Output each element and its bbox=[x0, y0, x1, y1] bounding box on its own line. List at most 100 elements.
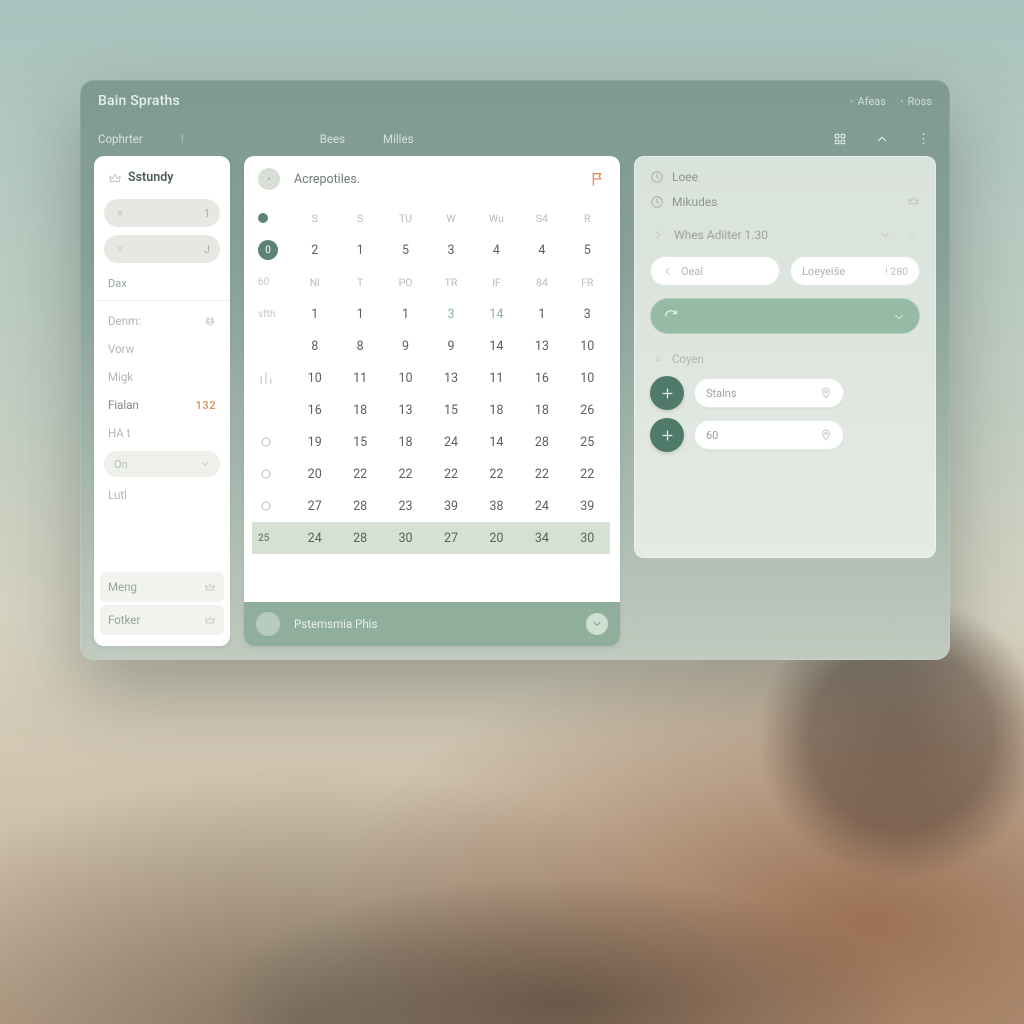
calendar-cell[interactable]: 18 bbox=[383, 426, 428, 458]
calendar-cell[interactable]: 8 bbox=[337, 330, 382, 362]
calendar-cell[interactable]: 9 bbox=[428, 330, 473, 362]
side-panel: Loee Mikudes Whes Adiiter 1.30 Oeal Loe bbox=[634, 156, 936, 558]
calendar-cell[interactable]: 4 bbox=[474, 234, 519, 266]
calendar-cell[interactable]: 20 bbox=[292, 458, 337, 490]
tab-3[interactable]: Milles bbox=[383, 132, 413, 146]
calendar-cell[interactable]: 18 bbox=[519, 394, 564, 426]
calendar-cell[interactable]: 30 bbox=[565, 522, 610, 554]
calendar-cell[interactable]: 16 bbox=[519, 362, 564, 394]
field-oeal[interactable]: Oeal bbox=[650, 256, 780, 286]
calendar-cell[interactable]: 15 bbox=[428, 394, 473, 426]
calendar-cell[interactable]: 19 bbox=[292, 426, 337, 458]
calendar-cell[interactable]: 22 bbox=[474, 458, 519, 490]
calendar-cell[interactable]: 16 bbox=[292, 394, 337, 426]
sidebar-footer-0[interactable]: Meng bbox=[100, 572, 224, 602]
calendar-cell[interactable]: 22 bbox=[428, 458, 473, 490]
calendar-cell[interactable]: 5 bbox=[383, 234, 428, 266]
calendar-cell[interactable]: 8 bbox=[292, 330, 337, 362]
calendar-cell[interactable]: 3 bbox=[428, 234, 473, 266]
sidebar-item-2[interactable]: Migk bbox=[102, 363, 222, 391]
sidebar-pill-0[interactable]: 1 bbox=[104, 199, 220, 227]
calendar-cell[interactable]: 14 bbox=[474, 330, 519, 362]
sidebar-select[interactable]: On bbox=[104, 451, 220, 477]
calendar-cell[interactable]: 27 bbox=[428, 522, 473, 554]
chip-field-0[interactable]: Stalns bbox=[694, 378, 844, 408]
calendar-cell[interactable]: 27 bbox=[292, 490, 337, 522]
field-loeyise[interactable]: Loeyeiše ! 280 bbox=[790, 256, 920, 286]
footer-dot-icon bbox=[256, 612, 280, 636]
calendar-cell[interactable]: 1 bbox=[337, 234, 382, 266]
calendar-cell[interactable]: 24 bbox=[292, 522, 337, 554]
chip-field-1[interactable]: 60 bbox=[694, 420, 844, 450]
sidebar-item-0[interactable]: Denm: bbox=[102, 307, 222, 335]
calendar-cell[interactable]: 38 bbox=[474, 490, 519, 522]
tab-1[interactable]: ! bbox=[181, 132, 184, 146]
add-button[interactable] bbox=[650, 376, 684, 410]
chevron-up-icon[interactable] bbox=[875, 132, 889, 146]
calendar-cell[interactable]: 11 bbox=[474, 362, 519, 394]
calendar-cell[interactable]: 34 bbox=[519, 522, 564, 554]
calendar-cell[interactable]: 22 bbox=[519, 458, 564, 490]
calendar-cell[interactable]: 1 bbox=[337, 298, 382, 330]
calendar-cell[interactable]: 18 bbox=[337, 394, 382, 426]
calendar-cell[interactable]: 1 bbox=[383, 298, 428, 330]
sidebar-item-1[interactable]: Vorw bbox=[102, 335, 222, 363]
calendar-cell[interactable]: 4 bbox=[519, 234, 564, 266]
panel-sub-row[interactable]: Whes Adiiter 1.30 bbox=[650, 220, 920, 250]
titlebar-link-0[interactable]: Afeas bbox=[850, 95, 886, 108]
calendar-cell[interactable]: 22 bbox=[337, 458, 382, 490]
calendar-cell[interactable]: 18 bbox=[474, 394, 519, 426]
calendar-cell[interactable]: 26 bbox=[565, 394, 610, 426]
calendar-cell[interactable]: 1 bbox=[519, 298, 564, 330]
calendar-cell[interactable]: 13 bbox=[519, 330, 564, 362]
calendar-cell[interactable]: 25 bbox=[565, 426, 610, 458]
calendar-cell[interactable]: 3 bbox=[428, 298, 473, 330]
chevron-down-icon[interactable] bbox=[586, 613, 608, 635]
sidebar-footer-1[interactable]: Fotker bbox=[100, 605, 224, 635]
tab-2[interactable]: Bees bbox=[320, 132, 345, 146]
calendar-cell[interactable]: 9 bbox=[383, 330, 428, 362]
sidebar-item-3[interactable]: Fialan 132 bbox=[102, 391, 222, 419]
calendar-cell[interactable]: 13 bbox=[383, 394, 428, 426]
chevron-down-icon bbox=[878, 228, 892, 242]
calendar-cell[interactable]: 10 bbox=[383, 362, 428, 394]
calendar-cell[interactable]: 1 bbox=[292, 298, 337, 330]
calendar-cell[interactable]: 11 bbox=[337, 362, 382, 394]
calendar-cell[interactable]: 10 bbox=[292, 362, 337, 394]
calendar-cell[interactable]: 23 bbox=[383, 490, 428, 522]
calendar-cell[interactable]: 2 bbox=[292, 234, 337, 266]
calendar-cell[interactable]: 10 bbox=[565, 362, 610, 394]
calendar-cell[interactable]: 28 bbox=[337, 522, 382, 554]
calendar-cell[interactable]: 5 bbox=[565, 234, 610, 266]
calendar-cell[interactable]: 15 bbox=[337, 426, 382, 458]
flag-icon[interactable] bbox=[590, 171, 606, 187]
sidebar-pill-1[interactable]: J bbox=[104, 235, 220, 263]
primary-action-button[interactable] bbox=[650, 298, 920, 334]
calendar-cell[interactable]: 39 bbox=[565, 490, 610, 522]
calendar-cell[interactable]: 14 bbox=[474, 426, 519, 458]
sidebar-item-4[interactable]: HA t bbox=[102, 419, 222, 447]
sidebar-item-post[interactable]: Lutl bbox=[102, 481, 222, 509]
panel-row-2: Mikudes bbox=[650, 194, 920, 210]
calendar-cell[interactable]: 3 bbox=[565, 298, 610, 330]
calendar-cell[interactable]: 30 bbox=[383, 522, 428, 554]
calendar-cell[interactable]: 39 bbox=[428, 490, 473, 522]
titlebar-link-1[interactable]: Ross bbox=[900, 95, 932, 108]
grid-icon[interactable] bbox=[833, 132, 847, 146]
calendar-cell[interactable]: 22 bbox=[565, 458, 610, 490]
more-icon[interactable]: ⋮ bbox=[917, 132, 932, 147]
calendar-cell[interactable]: 13 bbox=[428, 362, 473, 394]
calendar-dot-icon[interactable]: ◦ bbox=[258, 168, 280, 190]
calendar-cell[interactable]: 28 bbox=[337, 490, 382, 522]
tab-0[interactable]: Cophrter bbox=[98, 132, 143, 146]
calendar-cell[interactable]: 28 bbox=[519, 426, 564, 458]
calendar-cell[interactable]: 10 bbox=[565, 330, 610, 362]
calendar-cell[interactable]: 20 bbox=[474, 522, 519, 554]
calendar-cell[interactable]: 14 bbox=[474, 298, 519, 330]
calendar-cell[interactable]: 22 bbox=[383, 458, 428, 490]
calendar-cell[interactable]: 24 bbox=[519, 490, 564, 522]
calendar-cell[interactable]: 24 bbox=[428, 426, 473, 458]
add-button[interactable] bbox=[650, 418, 684, 452]
calendar-title: Acrepotiles. bbox=[294, 172, 360, 187]
calendar-footer[interactable]: Pstemsmia Phis bbox=[244, 602, 620, 646]
